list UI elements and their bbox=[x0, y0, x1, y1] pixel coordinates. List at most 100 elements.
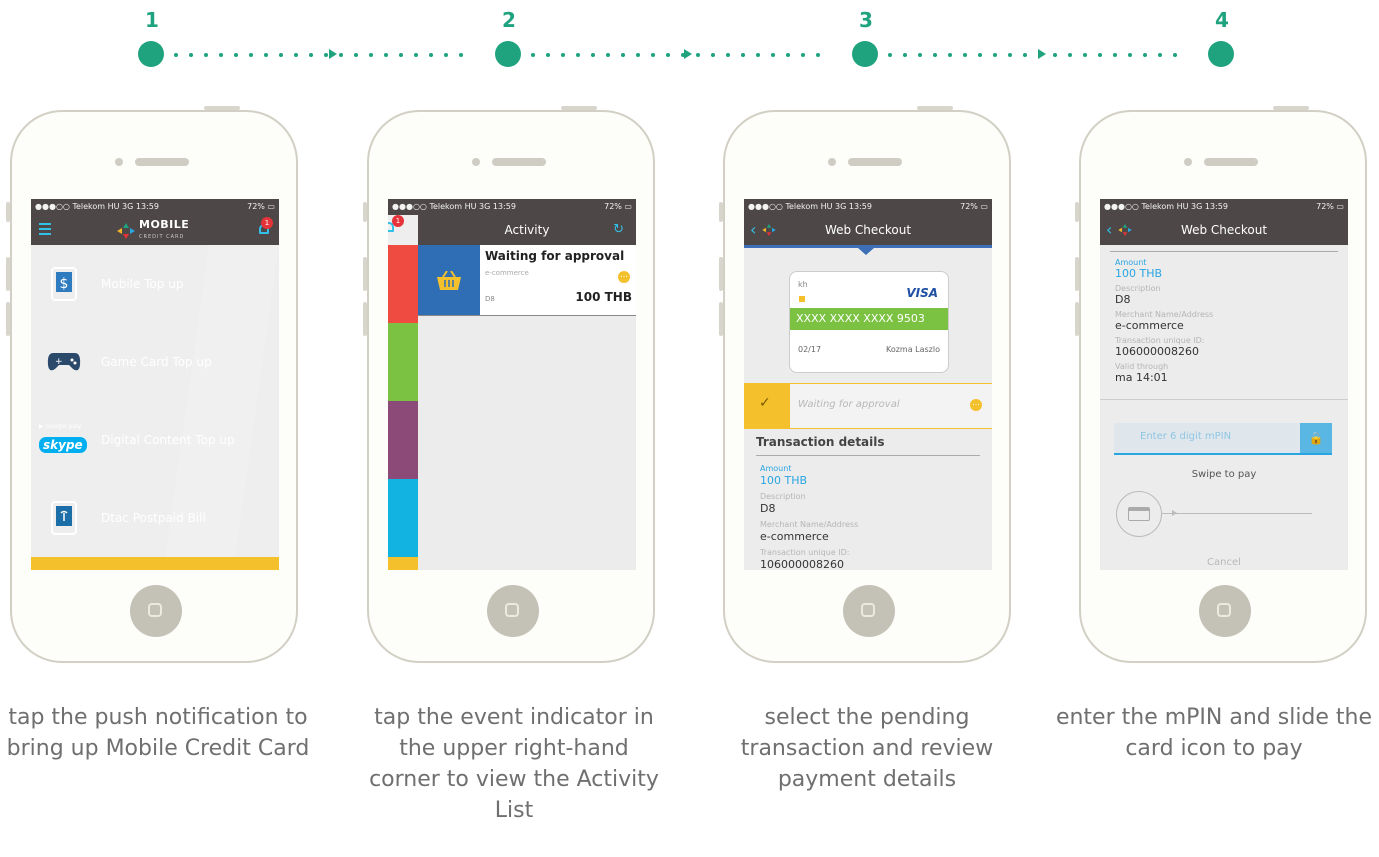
back-chevron-icon[interactable]: ‹ bbox=[1106, 215, 1112, 245]
battery-indicator: 72% ▭ bbox=[1316, 202, 1344, 211]
cancel-button[interactable]: Cancel bbox=[1100, 557, 1348, 568]
nav-bar: MOBILE CREDIT CARD 1 bbox=[31, 215, 279, 245]
description-value: D8 bbox=[760, 502, 776, 515]
camera bbox=[1184, 158, 1192, 166]
screen-activity-list: ●●●○○ Telekom HU 3G 13:59 72% ▭ Activity… bbox=[388, 199, 636, 570]
status-carrier: ●●●○○ Telekom HU 3G 13:59 bbox=[1104, 202, 1228, 211]
transaction-id-value: 106000008260 bbox=[1115, 345, 1199, 358]
step-dot-4 bbox=[1208, 41, 1234, 67]
notification-badge[interactable]: 1 bbox=[261, 217, 273, 229]
mpin-field[interactable]: Enter 6 digit mPIN 🔒 bbox=[1114, 423, 1332, 455]
card-expiry: 02/17 bbox=[798, 345, 822, 354]
card-chip-icon bbox=[799, 296, 805, 302]
pointer-caret bbox=[858, 248, 874, 255]
swipe-to-pay-label: Swipe to pay bbox=[1191, 469, 1257, 480]
mcc-logo-icon bbox=[762, 224, 776, 236]
category-strip-yellow bbox=[388, 557, 418, 570]
status-bar: ●●●○○ Telekom HU 3G 13:59 72% ▭ bbox=[388, 199, 636, 215]
camera bbox=[115, 158, 123, 166]
home-button[interactable] bbox=[130, 585, 182, 637]
step-number-2: 2 bbox=[502, 8, 516, 32]
screen-web-checkout-pay: ●●●○○ Telekom HU 3G 13:59 72% ▭ ‹ Web Ch… bbox=[1100, 199, 1348, 570]
speaker bbox=[492, 158, 546, 166]
pending-transaction-row[interactable]: ✓ Waiting for approval … bbox=[744, 383, 992, 429]
swipe-track bbox=[1162, 513, 1312, 514]
refresh-icon[interactable]: ↻ bbox=[613, 215, 624, 245]
caption-step-3: select the pending transaction and revie… bbox=[740, 705, 994, 792]
step-progress: 1 2 3 4 bbox=[0, 0, 1379, 80]
home-button[interactable] bbox=[487, 585, 539, 637]
phone-frame-3: ●●●○○ Telekom HU 3G 13:59 72% ▭ ‹ Web Ch… bbox=[719, 106, 1011, 663]
home-button[interactable] bbox=[843, 585, 895, 637]
event-title: Waiting for approval bbox=[485, 249, 625, 263]
google-play-logo: ▶ Google play bbox=[39, 423, 82, 430]
phone-frame-1: ●●●○○ Telekom HU 3G 13:59 72% ▭ MOBILE C… bbox=[6, 106, 298, 663]
card-icon bbox=[1128, 507, 1150, 521]
shopping-basket-icon bbox=[437, 271, 461, 290]
status-carrier: ●●●○○ Telekom HU 3G 13:59 bbox=[392, 202, 516, 211]
status-bar: ●●●○○ Telekom HU 3G 13:59 72% ▭ bbox=[744, 199, 992, 215]
svg-text:+: + bbox=[55, 357, 63, 367]
caption-step-1: tap the push notification to bring up Mo… bbox=[6, 705, 310, 761]
event-category-tile bbox=[418, 245, 480, 315]
hamburger-menu-icon[interactable] bbox=[39, 223, 51, 238]
event-amount: 100 THB bbox=[575, 290, 632, 304]
card-number: XXXX XXXX XXXX 9503 bbox=[790, 308, 948, 330]
tablet-icon bbox=[51, 501, 77, 535]
screen-web-checkout-details: ●●●○○ Telekom HU 3G 13:59 72% ▭ ‹ Web Ch… bbox=[744, 199, 992, 570]
event-type: e-commerce bbox=[485, 269, 529, 277]
battery-indicator: 72% ▭ bbox=[247, 202, 275, 211]
step-number-1: 1 bbox=[145, 8, 159, 32]
credit-card[interactable]: kh VISA XXXX XXXX XXXX 9503 02/17 Kozma … bbox=[789, 271, 949, 373]
svg-text:$: $ bbox=[60, 276, 69, 292]
speaker bbox=[135, 158, 189, 166]
card-holder-initials: kh bbox=[798, 280, 808, 289]
mcc-logo-icon bbox=[1118, 224, 1132, 236]
nav-bar: ‹ Web Checkout bbox=[744, 215, 992, 245]
transaction-id-value: 106000008260 bbox=[760, 558, 844, 571]
activity-event-row[interactable]: Waiting for approval e-commerce … D8 100… bbox=[418, 245, 636, 316]
speaker bbox=[1204, 158, 1258, 166]
phone-dollar-icon: $ bbox=[51, 267, 77, 301]
caption-step-4: enter the mPIN and slide the card icon t… bbox=[1055, 705, 1373, 761]
mpin-placeholder: Enter 6 digit mPIN bbox=[1140, 431, 1232, 442]
step-dot-3 bbox=[852, 41, 878, 67]
back-chevron-icon[interactable]: ‹ bbox=[750, 215, 756, 245]
page-title: Activity bbox=[504, 223, 550, 237]
menu-item-partial[interactable] bbox=[31, 557, 279, 570]
skype-logo: skype bbox=[39, 437, 87, 453]
gamepad-icon: + bbox=[47, 353, 81, 371]
arrow-right-icon bbox=[1038, 49, 1046, 59]
notification-badge[interactable]: 1 bbox=[392, 215, 404, 227]
merchant-value: e-commerce bbox=[760, 530, 829, 543]
page-title: Web Checkout bbox=[824, 223, 912, 237]
camera bbox=[828, 158, 836, 166]
activity-list: Waiting for approval e-commerce … D8 100… bbox=[418, 245, 636, 570]
card-name: Kozma Laszlo bbox=[885, 345, 940, 354]
category-strip-green bbox=[388, 323, 418, 401]
amount-value: 100 THB bbox=[1115, 267, 1163, 280]
lock-icon: 🔒 bbox=[1300, 423, 1332, 453]
pending-more-icon[interactable]: … bbox=[970, 399, 982, 411]
screen-home-menu: ●●●○○ Telekom HU 3G 13:59 72% ▭ MOBILE C… bbox=[31, 199, 279, 570]
swipe-card-slider[interactable] bbox=[1116, 491, 1162, 537]
description-value: D8 bbox=[1115, 293, 1131, 306]
home-button[interactable] bbox=[1199, 585, 1251, 637]
shopping-basket-icon: ✓ bbox=[759, 395, 771, 411]
step-number-4: 4 bbox=[1215, 8, 1229, 32]
arrow-right-icon bbox=[684, 49, 692, 59]
transaction-details-title: Transaction details bbox=[756, 435, 885, 449]
phone-frame-2: ●●●○○ Telekom HU 3G 13:59 72% ▭ Activity… bbox=[363, 106, 655, 663]
pending-status: Waiting for approval bbox=[798, 399, 900, 410]
mcc-logo-icon bbox=[117, 223, 135, 239]
category-strip-blue bbox=[388, 479, 418, 557]
step-dot-2 bbox=[495, 41, 521, 67]
battery-indicator: 72% ▭ bbox=[960, 202, 988, 211]
pending-tile: ✓ bbox=[744, 384, 790, 428]
nav-bar: Activity ↻ bbox=[418, 215, 636, 245]
divider bbox=[1100, 399, 1348, 400]
phone-frame-4: ●●●○○ Telekom HU 3G 13:59 72% ▭ ‹ Web Ch… bbox=[1075, 106, 1367, 663]
valid-through-value: ma 14:01 bbox=[1115, 371, 1168, 384]
event-more-icon[interactable]: … bbox=[618, 271, 630, 283]
camera bbox=[472, 158, 480, 166]
